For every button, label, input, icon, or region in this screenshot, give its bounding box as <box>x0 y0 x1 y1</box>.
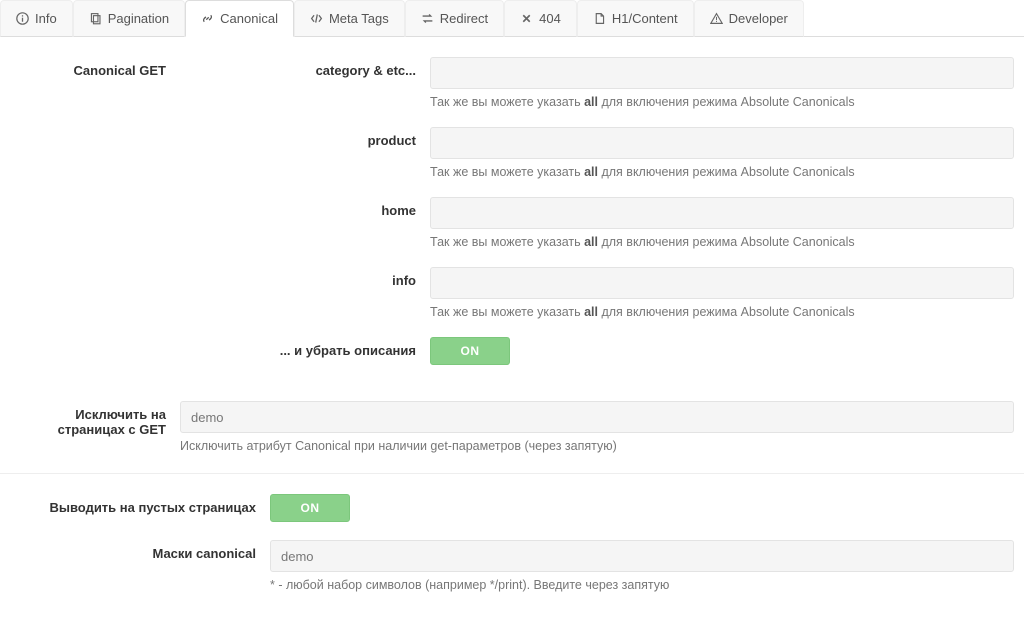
canonical-get-label: Canonical GET <box>10 57 180 78</box>
input-home[interactable] <box>430 197 1014 229</box>
exclude-get-help: Исключить атрибут Canonical при наличии … <box>180 439 1014 453</box>
file-icon <box>593 12 606 25</box>
tab-label: Redirect <box>440 11 488 26</box>
input-category[interactable] <box>430 57 1014 89</box>
input-product[interactable] <box>430 127 1014 159</box>
tab-label: Canonical <box>220 11 278 26</box>
tab-developer[interactable]: Developer <box>694 0 804 37</box>
exclude-get-input[interactable] <box>180 401 1014 433</box>
help-info: Так же вы можете указать all для включен… <box>430 305 1014 319</box>
info-icon <box>16 12 29 25</box>
masks-input[interactable] <box>270 540 1014 572</box>
exchange-icon <box>421 12 434 25</box>
tab-404[interactable]: 404 <box>504 0 577 37</box>
tab-canonical[interactable]: Canonical <box>185 0 294 37</box>
tab-label: H1/Content <box>612 11 678 26</box>
tab-label: Meta Tags <box>329 11 389 26</box>
field-label-category: category & etc... <box>180 57 430 78</box>
input-info[interactable] <box>430 267 1014 299</box>
show-on-empty-toggle[interactable]: ON <box>270 494 350 522</box>
nav-tabs: Info Pagination Canonical Meta Tags Redi… <box>0 0 1024 37</box>
field-label-home: home <box>180 197 430 218</box>
show-on-empty-label: Выводить на пустых страницах <box>10 494 270 515</box>
field-label-info: info <box>180 267 430 288</box>
canonical-get-section: Canonical GET category & etc... Так же в… <box>0 37 1024 453</box>
times-icon <box>520 12 533 25</box>
tab-label: Developer <box>729 11 788 26</box>
tab-label: 404 <box>539 11 561 26</box>
masks-help: * - любой набор символов (например */pri… <box>270 578 1014 592</box>
tab-redirect[interactable]: Redirect <box>405 0 504 37</box>
link-icon <box>201 12 214 25</box>
help-category: Так же вы можете указать all для включен… <box>430 95 1014 109</box>
warning-icon <box>710 12 723 25</box>
help-home: Так же вы можете указать all для включен… <box>430 235 1014 249</box>
remove-descriptions-label: ... и убрать описания <box>180 337 430 358</box>
masks-label: Маски canonical <box>10 540 270 561</box>
exclude-get-label: Исключить настраницах с GET <box>10 401 180 437</box>
empty-pages-section: Выводить на пустых страницах ON Маски ca… <box>0 473 1024 592</box>
tab-pagination[interactable]: Pagination <box>73 0 185 37</box>
tab-metatags[interactable]: Meta Tags <box>294 0 405 37</box>
tab-label: Pagination <box>108 11 169 26</box>
tab-h1content[interactable]: H1/Content <box>577 0 694 37</box>
tab-info[interactable]: Info <box>0 0 73 37</box>
code-icon <box>310 12 323 25</box>
field-label-product: product <box>180 127 430 148</box>
remove-descriptions-toggle[interactable]: ON <box>430 337 510 365</box>
help-product: Так же вы можете указать all для включен… <box>430 165 1014 179</box>
copy-icon <box>89 12 102 25</box>
tab-label: Info <box>35 11 57 26</box>
